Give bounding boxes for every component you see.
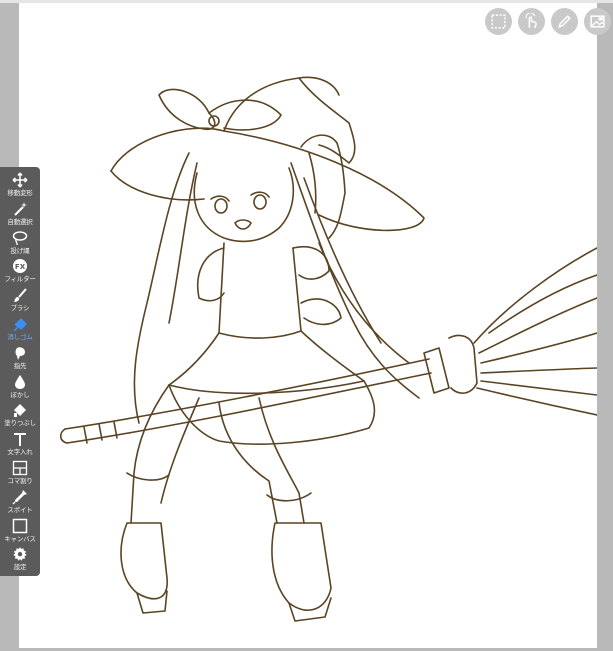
tool-label: 文字入れ <box>7 448 33 457</box>
eraser-icon <box>13 317 27 332</box>
tool-eraser[interactable]: 消しゴム <box>0 315 40 344</box>
tool-label: 設定 <box>13 563 27 572</box>
fx-icon: FX <box>13 259 27 274</box>
tool-canvas[interactable]: キャンバス <box>0 517 40 546</box>
tool-frame[interactable]: コマ割り <box>0 459 40 488</box>
tool-label: フィルター <box>4 275 36 284</box>
brush-icon <box>14 288 27 303</box>
tool-filter[interactable]: FX フィルター <box>0 257 40 286</box>
tool-text[interactable]: 文字入れ <box>0 430 40 459</box>
tool-blur[interactable]: ぼかし <box>0 373 40 402</box>
tool-label: スポイト <box>7 505 33 514</box>
lasso-icon <box>12 230 28 245</box>
tool-label: 投げ縄 <box>10 246 30 255</box>
selection-button[interactable] <box>485 8 512 35</box>
tool-label: 自動選択 <box>7 217 33 226</box>
tool-label: 移動変形 <box>7 189 33 197</box>
drawing-canvas[interactable] <box>19 3 597 648</box>
tool-label: 消しゴム <box>7 332 33 341</box>
pen-button[interactable] <box>551 8 578 35</box>
tool-label: キャンバス <box>4 534 36 543</box>
tool-lasso[interactable]: 投げ縄 <box>0 229 40 258</box>
tool-label: ぼかし <box>10 390 30 399</box>
drop-blur-icon <box>15 374 25 389</box>
finger-smudge-icon <box>15 346 25 360</box>
tool-label: ブラシ <box>10 304 30 313</box>
text-icon <box>14 433 26 447</box>
tool-label: コマ割り <box>7 476 33 485</box>
tool-settings[interactable]: 設定 <box>0 545 40 574</box>
svg-text:FX: FX <box>15 263 26 271</box>
tool-move[interactable]: 移動変形 <box>0 171 40 200</box>
magic-wand-icon <box>14 201 27 216</box>
touch-gesture-icon <box>525 13 537 29</box>
pen-edit-icon <box>558 15 571 28</box>
move-arrows-icon <box>12 172 28 188</box>
touch-gesture-button[interactable] <box>518 8 545 35</box>
frame-divide-icon <box>12 460 28 476</box>
tool-brush[interactable]: ブラシ <box>0 286 40 315</box>
tool-label: 指先 <box>13 361 27 370</box>
tool-finger[interactable]: 指先 <box>0 344 40 373</box>
tool-magic-select[interactable]: 自動選択 <box>0 200 40 229</box>
tool-palette: 移動変形 自動選択 投げ縄 FX フィルター ブラシ 消しゴム 指先 ぼかし 塗… <box>0 167 40 576</box>
layer-button[interactable] <box>584 8 611 35</box>
eyedropper-icon <box>12 489 27 505</box>
tool-fill[interactable]: 塗りつぶし <box>0 401 40 430</box>
line-art-illustration <box>59 76 597 622</box>
paint-bucket-icon <box>14 404 26 418</box>
tool-eyedropper[interactable]: スポイト <box>0 488 40 517</box>
gear-icon <box>13 547 27 562</box>
selection-rect-icon <box>491 14 506 29</box>
canvas-icon <box>12 518 28 533</box>
layer-image-icon <box>590 15 605 28</box>
tool-label: 塗りつぶし <box>4 419 36 428</box>
